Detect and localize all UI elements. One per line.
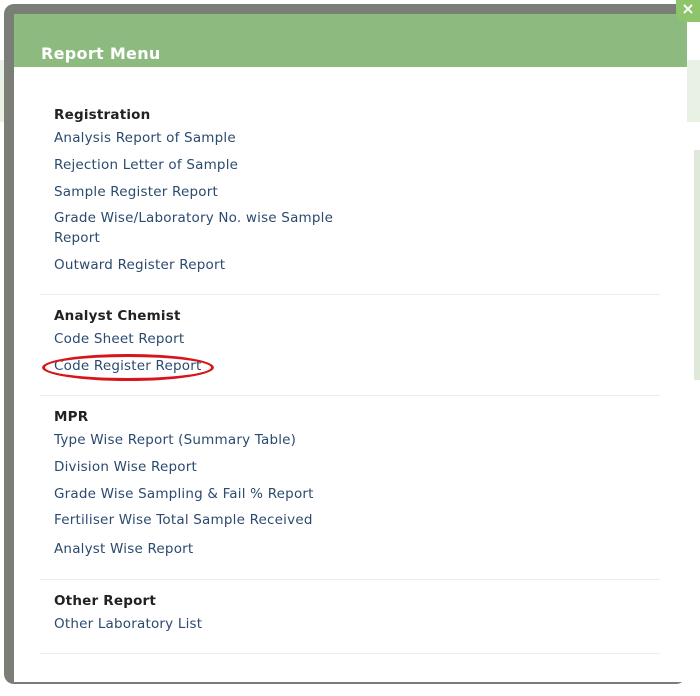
link-grade-wise-sampling-fail-report[interactable]: Grade Wise Sampling & Fail % Report (54, 484, 314, 504)
section-heading-registration: Registration (54, 107, 151, 123)
highlight-ellipse-annotation (42, 354, 214, 381)
section-divider (40, 395, 660, 396)
section-heading-other-report: Other Report (54, 593, 157, 609)
link-analyst-wise-report[interactable]: Analyst Wise Report (54, 539, 193, 559)
link-grade-wise-laboratory-report[interactable]: Grade Wise/Laboratory No. wise Sample Re… (54, 208, 344, 248)
section-divider (40, 579, 660, 580)
section-heading-analyst-chemist: Analyst Chemist (54, 308, 181, 324)
modal-title: Report Menu (41, 44, 161, 63)
modal-header: Report Menu (14, 14, 687, 67)
close-icon: × (681, 0, 695, 18)
section-heading-mpr: MPR (54, 409, 89, 425)
link-analysis-report-of-sample[interactable]: Analysis Report of Sample (54, 128, 236, 148)
link-division-wise-report[interactable]: Division Wise Report (54, 457, 197, 477)
link-other-laboratory-list[interactable]: Other Laboratory List (54, 614, 202, 634)
close-button[interactable]: × (676, 0, 700, 22)
link-code-sheet-report[interactable]: Code Sheet Report (54, 329, 184, 349)
section-divider (40, 294, 660, 295)
link-rejection-letter-of-sample[interactable]: Rejection Letter of Sample (54, 155, 238, 175)
link-outward-register-report[interactable]: Outward Register Report (54, 255, 225, 275)
section-divider (40, 653, 660, 654)
link-type-wise-report[interactable]: Type Wise Report (Summary Table) (54, 430, 296, 450)
background-page-edge (694, 150, 700, 380)
link-fertiliser-wise-total-sample[interactable]: Fertiliser Wise Total Sample Received (54, 510, 313, 530)
report-menu-modal: Report Menu Registration Analysis Report… (14, 14, 687, 682)
link-sample-register-report[interactable]: Sample Register Report (54, 182, 218, 202)
